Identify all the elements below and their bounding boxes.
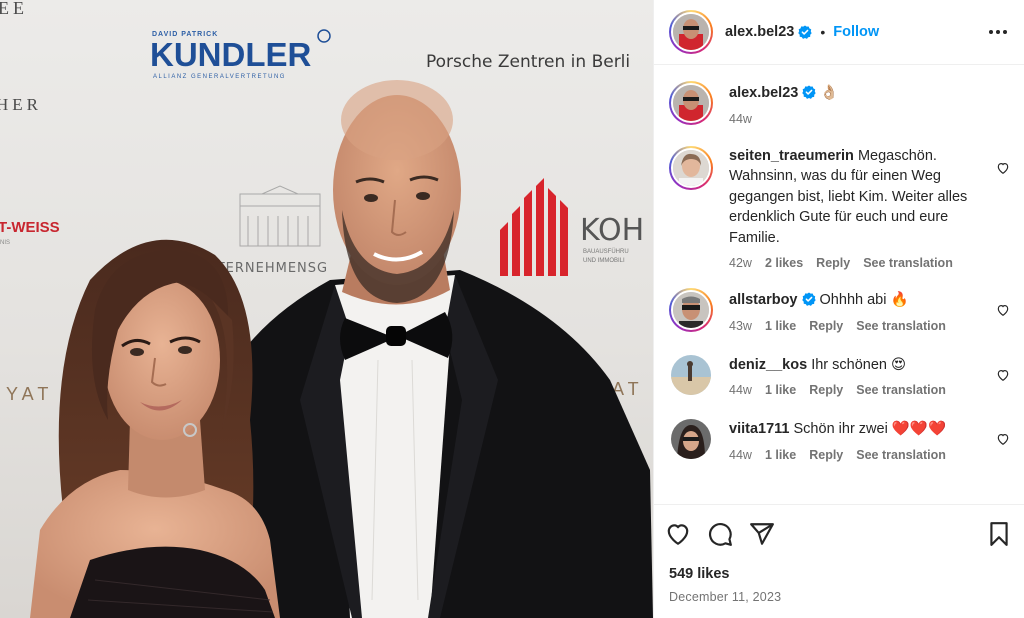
author-avatar-image — [673, 14, 709, 50]
comment-username[interactable]: seiten_traeumerin — [729, 148, 854, 164]
comment-avatar-image — [673, 292, 709, 328]
reply-button[interactable]: Reply — [816, 256, 850, 270]
like-comment-heart-icon[interactable] — [996, 161, 1010, 175]
post-header: alex.bel23 • Follow — [654, 0, 1024, 65]
verified-badge-icon — [801, 292, 816, 306]
comment-avatar[interactable] — [669, 288, 713, 332]
comment-username[interactable]: deniz__kos — [729, 357, 807, 373]
follow-button[interactable]: Follow — [833, 24, 879, 40]
see-translation-button[interactable]: See translation — [856, 319, 946, 333]
comment-likes[interactable]: 1 like — [765, 319, 796, 333]
caption-username[interactable]: alex.bel23 — [729, 85, 798, 101]
verified-badge-icon — [798, 25, 812, 39]
like-comment-heart-icon[interactable] — [996, 303, 1010, 317]
post-actions-bar — [654, 504, 1024, 562]
comment-age[interactable]: 44w — [729, 383, 752, 397]
comment-username[interactable]: viita1711 — [729, 421, 789, 437]
comment-item: seiten_traeumerin Megaschön. Wahnsinn, w… — [669, 145, 1010, 270]
comment-text: Ihr schönen 😍 — [811, 356, 907, 373]
comment-username[interactable]: allstarboy — [729, 292, 798, 308]
backdrop-sponsor-big: KUNDLER — [150, 36, 311, 73]
caption: alex.bel23 👌🏼 44w — [669, 81, 1010, 126]
post-side-panel: alex.bel23 • Follow alex.bel23 👌🏼 44w se… — [653, 0, 1024, 618]
post-photo[interactable]: EE HER DAVID PATRICK KUNDLER ALLIANZ GEN… — [0, 0, 653, 618]
comment-text: Ohhhh abi 🔥 — [819, 292, 909, 308]
heart-icon[interactable] — [665, 521, 691, 547]
backdrop-sponsor-sub: ALLIANZ GENERALVERTRETUNG — [153, 74, 286, 80]
post-date[interactable]: December 11, 2023 — [654, 582, 1024, 618]
author-avatar[interactable] — [669, 10, 713, 54]
comment-icon[interactable] — [707, 521, 733, 547]
comment-likes[interactable]: 1 like — [765, 448, 796, 462]
backdrop-left-top: EE — [0, 0, 28, 18]
share-icon[interactable] — [749, 521, 775, 547]
caption-age: 44w — [729, 111, 752, 126]
comment-item: viita1711 Schön ihr zwei ❤️❤️❤️ 44w 1 li… — [669, 417, 1010, 462]
backdrop-koh: KOH — [580, 213, 644, 248]
comment-avatar[interactable] — [671, 354, 711, 395]
comment-likes[interactable]: 1 like — [765, 383, 796, 397]
comment-avatar-image — [671, 419, 711, 459]
comment-item: deniz__kos Ihr schönen 😍 44w 1 like Repl… — [669, 353, 1010, 397]
caption-text: 👌🏼 — [820, 85, 839, 101]
comment-avatar[interactable] — [669, 145, 713, 190]
backdrop-weiss-sub: NIS — [0, 240, 10, 246]
caption-avatar[interactable] — [669, 81, 713, 125]
reply-button[interactable]: Reply — [809, 448, 843, 462]
caption-avatar-image — [673, 85, 709, 121]
comment-age[interactable]: 44w — [729, 448, 752, 462]
comment-item: allstarboy Ohhhh abi 🔥 43w 1 like Reply … — [669, 288, 1010, 333]
reply-button[interactable]: Reply — [809, 383, 843, 397]
post-image: EE HER DAVID PATRICK KUNDLER ALLIANZ GEN… — [0, 0, 653, 618]
backdrop-yat-left: IYAT — [0, 384, 53, 404]
author-username[interactable]: alex.bel23 — [725, 24, 794, 40]
comment-avatar-image — [673, 149, 709, 186]
comments-list[interactable]: alex.bel23 👌🏼 44w seiten_traeumerin Mega… — [654, 65, 1024, 504]
backdrop-koh-sub1: BAUAUSFÜHRU — [583, 248, 629, 255]
comment-age[interactable]: 42w — [729, 256, 752, 270]
verified-badge-icon — [802, 85, 816, 99]
header-separator: • — [820, 24, 826, 40]
backdrop-left-mid: HER — [0, 95, 42, 114]
backdrop-porsche: Porsche Zentren in Berli — [426, 52, 630, 72]
see-translation-button[interactable]: See translation — [856, 448, 946, 462]
comment-avatar-image — [671, 354, 711, 395]
see-translation-button[interactable]: See translation — [856, 383, 946, 397]
comment-avatar[interactable] — [671, 419, 711, 459]
likes-count[interactable]: 549 likes — [654, 562, 1024, 582]
more-options-icon[interactable] — [986, 20, 1010, 44]
comment-age[interactable]: 43w — [729, 319, 752, 333]
reply-button[interactable]: Reply — [809, 319, 843, 333]
comment-text: Schön ihr zwei ❤️❤️❤️ — [793, 421, 946, 437]
backdrop-weiss: T-WEISS — [0, 219, 60, 236]
like-comment-heart-icon[interactable] — [996, 368, 1010, 382]
comment-likes[interactable]: 2 likes — [765, 256, 803, 270]
backdrop-koh-sub2: UND IMMOBILI — [583, 258, 625, 264]
see-translation-button[interactable]: See translation — [863, 256, 953, 270]
like-comment-heart-icon[interactable] — [996, 432, 1010, 446]
bookmark-icon[interactable] — [986, 521, 1012, 547]
